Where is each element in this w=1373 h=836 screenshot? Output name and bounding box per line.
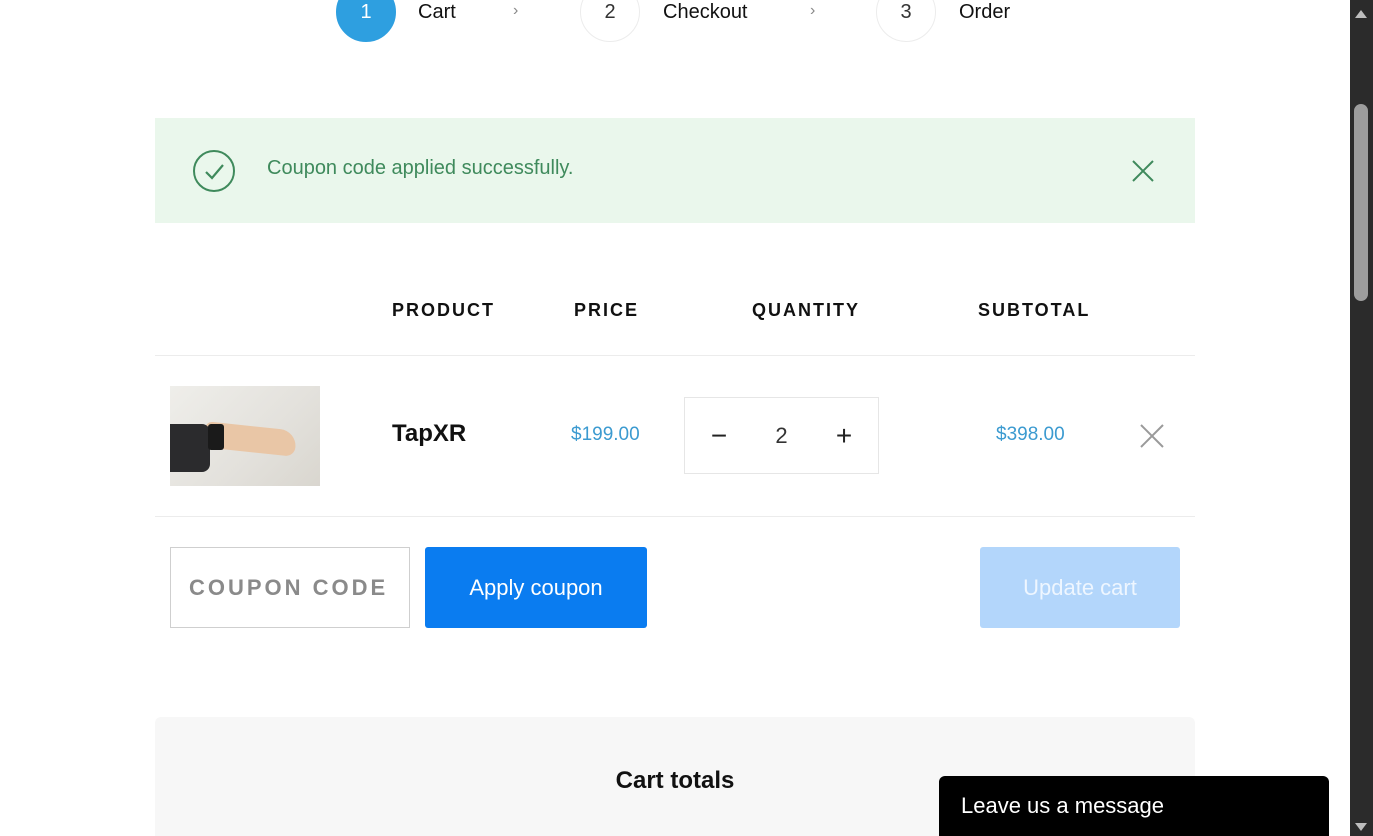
step-3-number: 3: [900, 0, 912, 23]
header-subtotal: SUBTOTAL: [978, 300, 1091, 320]
notice-message: Coupon code applied successfully.: [267, 157, 574, 179]
decrement-button[interactable]: −: [707, 420, 731, 452]
chevron-right-icon: ›: [810, 2, 816, 19]
step-3-circle: 3: [876, 0, 936, 42]
quantity-stepper: − 2 +: [684, 397, 879, 474]
product-subtotal: $398.00: [996, 424, 1065, 445]
check-circle-icon: [193, 150, 235, 192]
divider: [155, 516, 1195, 517]
scroll-up-icon[interactable]: [1354, 6, 1368, 18]
chat-widget-button[interactable]: Leave us a message: [939, 776, 1329, 836]
scroll-down-icon[interactable]: [1354, 819, 1368, 831]
product-price: $199.00: [571, 424, 640, 445]
step-3-label[interactable]: Order: [959, 0, 1010, 24]
remove-item-icon[interactable]: [1139, 423, 1165, 449]
close-icon[interactable]: [1130, 158, 1156, 184]
product-thumbnail[interactable]: [170, 386, 320, 486]
divider: [155, 355, 1195, 356]
step-2-label[interactable]: Checkout: [663, 0, 748, 24]
quantity-value[interactable]: 2: [775, 423, 787, 449]
step-1-label[interactable]: Cart: [418, 0, 456, 24]
increment-button[interactable]: +: [832, 420, 856, 452]
header-product: PRODUCT: [392, 300, 495, 320]
step-1-circle: 1: [336, 0, 396, 42]
chat-label: Leave us a message: [961, 793, 1165, 818]
update-cart-button[interactable]: Update cart: [980, 547, 1180, 628]
step-2-number: 2: [604, 0, 616, 23]
header-quantity: QUANTITY: [752, 300, 860, 320]
step-1-number: 1: [360, 0, 372, 23]
chevron-right-icon: ›: [513, 2, 519, 19]
step-2-circle: 2: [580, 0, 640, 42]
header-price: PRICE: [574, 300, 640, 320]
product-name[interactable]: TapXR: [392, 420, 466, 448]
scrollbar-thumb[interactable]: [1354, 104, 1368, 301]
apply-coupon-button[interactable]: Apply coupon: [425, 547, 647, 628]
coupon-code-input[interactable]: [170, 547, 410, 628]
